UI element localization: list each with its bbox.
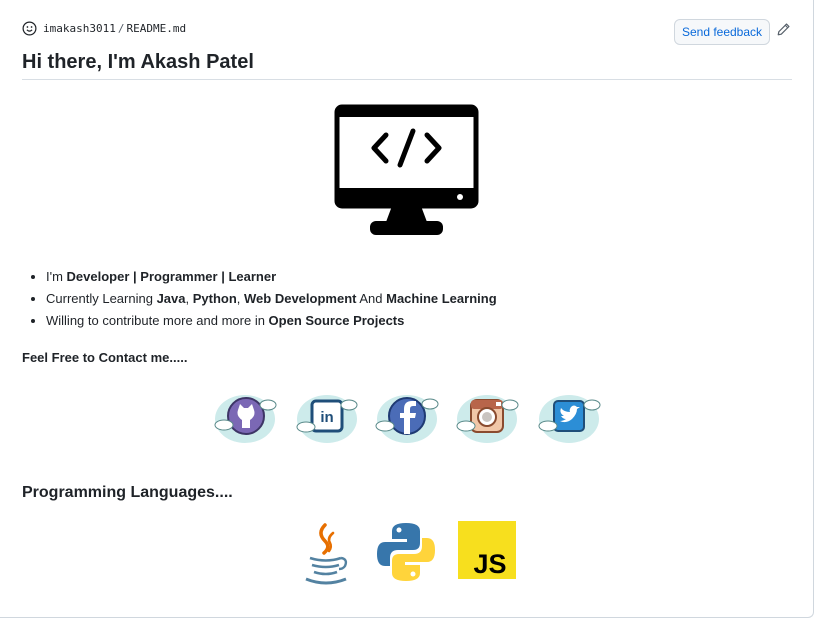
twitter-icon[interactable] bbox=[536, 388, 604, 446]
readme-title: Hi there, I'm Akash Patel bbox=[22, 51, 254, 73]
bullet-text: , bbox=[185, 291, 193, 306]
language-icons: JS bbox=[300, 521, 516, 587]
bullet-text: Willing to contribute more and more in bbox=[46, 313, 269, 328]
file-path: imakash3011/README.md bbox=[43, 22, 186, 35]
languages-heading: Programming Languages.... bbox=[22, 484, 233, 501]
bullet-highlight: Web Development bbox=[244, 291, 357, 306]
social-links: in bbox=[212, 388, 604, 448]
readme-card: imakash3011/README.md Send feedback Hi t… bbox=[0, 0, 814, 618]
bullet-highlight: Java bbox=[156, 291, 186, 306]
file-name: README.md bbox=[126, 21, 187, 35]
about-list-item: I'm Developer | Programmer | Learner bbox=[46, 268, 497, 290]
facebook-icon[interactable] bbox=[374, 388, 442, 446]
repo-owner-link[interactable]: imakash3011 bbox=[43, 22, 116, 35]
file-breadcrumb: imakash3011/README.md bbox=[22, 18, 186, 38]
smiley-icon bbox=[22, 21, 37, 35]
title-divider bbox=[22, 79, 792, 80]
js-badge-text: JS bbox=[473, 549, 506, 579]
svg-text:in: in bbox=[320, 409, 333, 426]
instagram-icon[interactable] bbox=[454, 388, 522, 446]
python-icon bbox=[377, 523, 435, 581]
code-monitor-icon bbox=[334, 104, 479, 235]
bullet-text: Currently Learning bbox=[46, 291, 157, 306]
bullet-text: And bbox=[356, 291, 387, 306]
bullet-highlight: Python bbox=[192, 291, 237, 306]
contact-heading: Feel Free to Contact me..... bbox=[22, 350, 188, 365]
bullet-text: I'm bbox=[46, 269, 67, 284]
linkedin-icon[interactable]: in bbox=[294, 388, 362, 446]
bullet-text: , bbox=[236, 291, 245, 306]
bullet-highlight: Open Source Projects bbox=[268, 313, 405, 328]
pencil-icon[interactable] bbox=[776, 22, 791, 37]
path-separator: / bbox=[117, 21, 125, 35]
javascript-icon: JS bbox=[458, 521, 516, 579]
github-icon[interactable] bbox=[212, 388, 280, 446]
bullet-highlight: Developer | Programmer | Learner bbox=[66, 269, 277, 284]
about-list-item: Currently Learning Java, Python, Web Dev… bbox=[46, 290, 497, 312]
about-list: I'm Developer | Programmer | LearnerCurr… bbox=[46, 268, 497, 334]
java-icon bbox=[305, 523, 348, 585]
send-feedback-button[interactable]: Send feedback bbox=[674, 19, 770, 45]
about-list-item: Willing to contribute more and more in O… bbox=[46, 312, 497, 334]
bullet-highlight: Machine Learning bbox=[386, 291, 497, 306]
